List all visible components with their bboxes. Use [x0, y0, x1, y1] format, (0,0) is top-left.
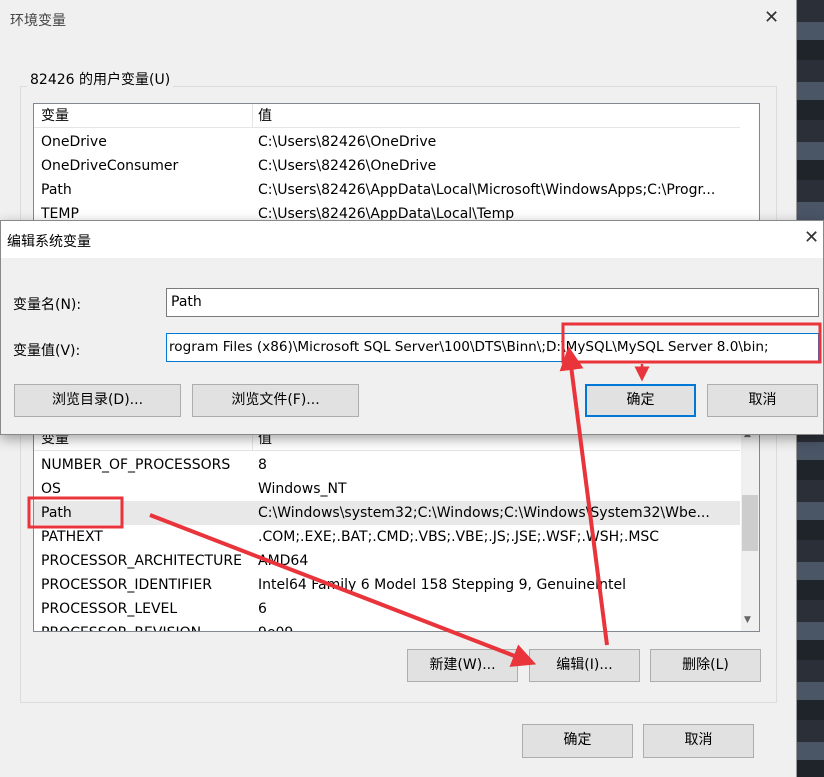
- annotation-overlay: [27, 322, 822, 667]
- highlight-box-mysql-path: [561, 322, 822, 364]
- arrow-to-edit: [149, 513, 537, 667]
- highlight-box-path-row: [27, 496, 124, 529]
- arrow-to-value: [559, 346, 609, 646]
